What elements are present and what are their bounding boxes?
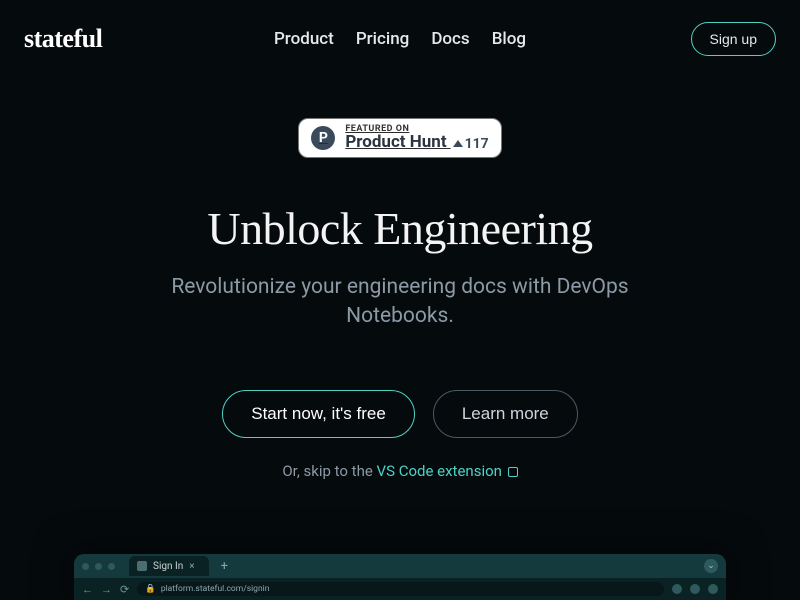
badge-site-name: Product Hunt [345, 132, 446, 152]
menu-icon[interactable] [708, 584, 718, 594]
address-bar[interactable]: 🔒 platform.stateful.com/signin [137, 582, 664, 596]
tab-title: Sign In [153, 561, 183, 572]
traffic-light-icon [82, 563, 89, 570]
cta-row: Start now, it's free Learn more [60, 390, 740, 438]
browser-tab[interactable]: Sign In × [129, 556, 209, 576]
main-nav: Product Pricing Docs Blog [274, 29, 526, 49]
browser-toolbar: ← → ⟳ 🔒 platform.stateful.com/signin [74, 578, 726, 600]
traffic-light-icon [108, 563, 115, 570]
hero-headline: Unblock Engineering [60, 202, 740, 255]
new-tab-button[interactable]: + [221, 559, 228, 574]
reload-icon[interactable]: ⟳ [120, 583, 129, 596]
brand-logo[interactable]: stateful [24, 24, 102, 54]
profile-icon[interactable] [690, 584, 700, 594]
hero-section: P FEATURED ON Product Hunt 117 Unblock E… [0, 118, 800, 480]
skip-line: Or, skip to the VS Code extension [60, 462, 740, 480]
nav-product[interactable]: Product [274, 29, 334, 49]
product-hunt-text: FEATURED ON Product Hunt 117 [345, 125, 488, 151]
nav-blog[interactable]: Blog [492, 29, 526, 49]
extension-icon[interactable] [672, 584, 682, 594]
toolbar-right [672, 584, 718, 594]
skip-prefix: Or, skip to the [282, 462, 376, 480]
badge-upvote-count: 117 [453, 137, 489, 151]
caret-up-icon [453, 140, 463, 147]
browser-mock: Sign In × + ⌄ ← → ⟳ 🔒 platform.stateful.… [74, 554, 726, 600]
traffic-light-icon [95, 563, 102, 570]
nav-pricing[interactable]: Pricing [356, 29, 410, 49]
tab-close-icon[interactable]: × [189, 561, 194, 572]
tab-overflow-button[interactable]: ⌄ [704, 559, 718, 573]
vscode-extension-link[interactable]: VS Code extension [377, 462, 518, 480]
nav-docs[interactable]: Docs [431, 29, 469, 49]
tab-favicon-icon [137, 561, 147, 571]
lock-icon: 🔒 [145, 584, 156, 594]
forward-icon[interactable]: → [101, 583, 112, 596]
product-hunt-icon: P [311, 126, 335, 150]
product-hunt-badge[interactable]: P FEATURED ON Product Hunt 117 [298, 118, 501, 158]
back-icon[interactable]: ← [82, 583, 93, 596]
learn-more-button[interactable]: Learn more [433, 390, 578, 438]
signup-button[interactable]: Sign up [691, 22, 776, 56]
external-link-icon [508, 467, 518, 477]
browser-tabstrip: Sign In × + ⌄ [74, 554, 726, 578]
url-text: platform.stateful.com/signin [161, 584, 270, 594]
hero-subhead: Revolutionize your engineering docs with… [120, 273, 680, 332]
start-now-button[interactable]: Start now, it's free [222, 390, 415, 438]
site-header: stateful Product Pricing Docs Blog Sign … [0, 0, 800, 56]
